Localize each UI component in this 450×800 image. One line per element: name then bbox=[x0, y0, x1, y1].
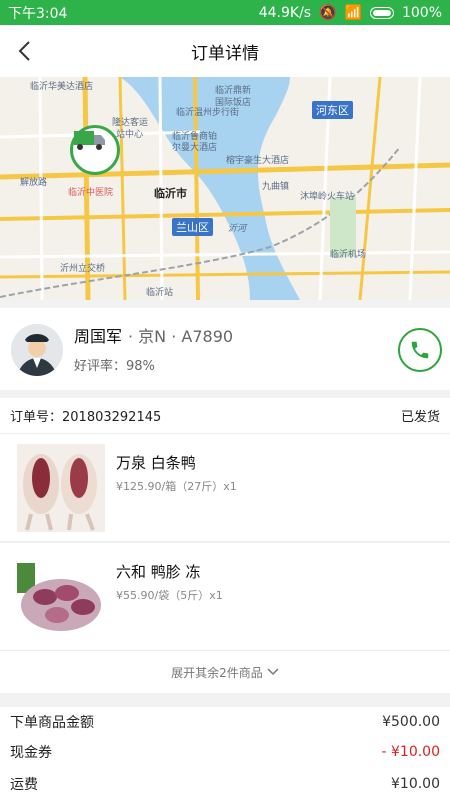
status-time: 下午3:04 bbox=[8, 5, 68, 22]
duck-meat-image bbox=[17, 444, 105, 532]
network-speed: 44.9K/s bbox=[258, 4, 312, 21]
summary-row-goods-amount: 下单商品金额 ¥500.00 bbox=[0, 707, 450, 737]
summary-row-shipping: 运费 ¥10.00 bbox=[0, 767, 450, 800]
order-status: 已发货 bbox=[400, 410, 440, 425]
back-button[interactable] bbox=[10, 37, 38, 65]
product-name: 六和 鸭胗 冻 bbox=[116, 563, 201, 581]
map-tag-district: 河东区 bbox=[312, 101, 353, 119]
expand-more-items-button[interactable]: 展开其余2件商品 bbox=[0, 651, 450, 693]
signal-icon: 📶 bbox=[344, 4, 362, 21]
battery-level: 100% bbox=[401, 4, 442, 21]
summary-row-coupon: 现金券 - ¥10.00 bbox=[0, 737, 450, 767]
chevron-down-icon bbox=[267, 668, 279, 676]
vehicle-plate: · 京N · A7890 bbox=[128, 327, 234, 346]
map-label: 解放路 bbox=[20, 178, 48, 188]
map-label: 沂州立交桥 bbox=[60, 264, 106, 274]
map-label: 尔曼大酒店 bbox=[172, 143, 218, 153]
driver-rating: 好评率：98% bbox=[74, 359, 155, 374]
order-number: 订单号：201803292145 bbox=[10, 410, 162, 425]
map-label: 沂河 bbox=[228, 224, 247, 234]
driver-avatar bbox=[11, 324, 63, 376]
battery-icon bbox=[369, 6, 394, 19]
driver-portrait-icon bbox=[11, 324, 63, 376]
status-bar: 下午3:04 44.9K/s 🔕 📶 100% bbox=[0, 0, 450, 25]
summary-value: - ¥10.00 bbox=[381, 744, 441, 760]
map-label: 国际饭店 bbox=[215, 98, 252, 108]
map-label: 沐埠岭火车站 bbox=[300, 192, 355, 202]
truck-location-marker[interactable] bbox=[70, 125, 120, 175]
map-label: 九曲镇 bbox=[262, 182, 290, 192]
product-price: ¥55.90/袋（5斤）x1 bbox=[116, 589, 223, 602]
product-price: ¥125.90/箱（27斤）x1 bbox=[116, 480, 237, 493]
summary-label: 下单商品金额 bbox=[10, 715, 94, 731]
map-label: 临沂华美达酒店 bbox=[30, 82, 94, 92]
mute-icon: 🔕 bbox=[319, 4, 337, 21]
map-label: 临沂中医院 bbox=[68, 188, 114, 198]
map-label: 临沂机场 bbox=[330, 250, 367, 260]
driver-card: 周国军 · 京N · A7890 好评率：98% bbox=[0, 308, 450, 390]
product-name: 万泉 白条鸭 bbox=[116, 454, 196, 472]
call-driver-button[interactable] bbox=[398, 328, 442, 372]
map-view[interactable]: 临沂华美达酒店 隆达客运 站中心 临沂温州步行街 临沂鼎新 国际饭店 临沂鲁商铂… bbox=[0, 77, 450, 300]
map-label-city: 临沂市 bbox=[154, 187, 187, 200]
page-title: 订单详情 bbox=[191, 43, 259, 64]
map-tag-district: 兰山区 bbox=[172, 218, 213, 236]
truck-icon bbox=[74, 131, 105, 150]
product-image bbox=[17, 553, 105, 641]
map-label: 临沂站 bbox=[146, 288, 174, 298]
order-item[interactable]: 万泉 白条鸭 ¥125.90/箱（27斤）x1 bbox=[0, 434, 450, 542]
nav-bar: 订单详情 bbox=[0, 25, 450, 77]
order-item[interactable]: 六和 鸭胗 冻 ¥55.90/袋（5斤）x1 bbox=[0, 543, 450, 651]
summary-label: 现金券 bbox=[10, 745, 52, 761]
back-arrow-icon bbox=[18, 41, 30, 61]
summary-value: ¥500.00 bbox=[382, 714, 440, 730]
driver-name: 周国军 bbox=[74, 327, 123, 346]
product-image bbox=[17, 444, 105, 532]
map-label: 站中心 bbox=[116, 130, 144, 140]
duck-gizzard-image bbox=[17, 553, 105, 641]
phone-icon bbox=[411, 341, 429, 359]
map-label: 榕宇豪生大酒店 bbox=[226, 156, 290, 166]
order-header: 订单号：201803292145 已发货 bbox=[0, 398, 450, 434]
summary-label: 运费 bbox=[10, 776, 38, 793]
summary-value: ¥10.00 bbox=[391, 775, 440, 792]
expand-label: 展开其余2件商品 bbox=[171, 665, 263, 680]
